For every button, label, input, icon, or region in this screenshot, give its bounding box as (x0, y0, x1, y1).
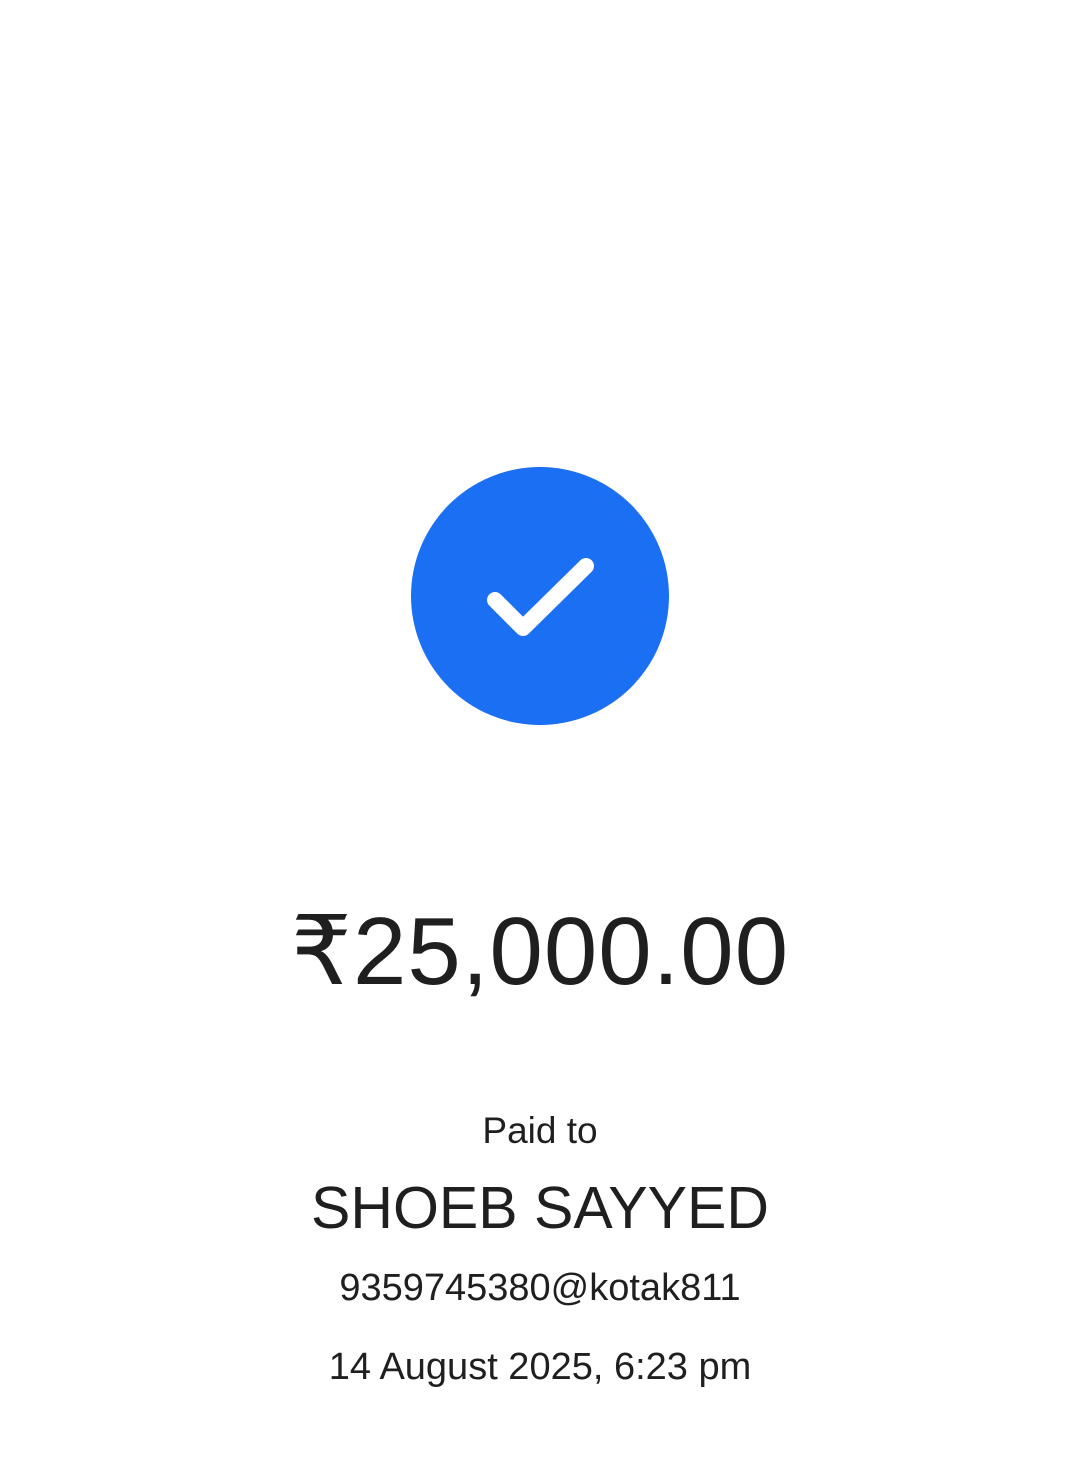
payment-timestamp: 14 August 2025, 6:23 pm (328, 1346, 752, 1388)
payment-amount: ₹25,000.00 (290, 898, 790, 1005)
paid-to-label: Paid to (482, 1110, 598, 1151)
payee-name: SHOEB SAYYED (311, 1175, 769, 1241)
success-badge (411, 467, 669, 725)
payee-upi-id: 9359745380@kotak811 (339, 1267, 741, 1309)
check-icon (411, 467, 669, 725)
